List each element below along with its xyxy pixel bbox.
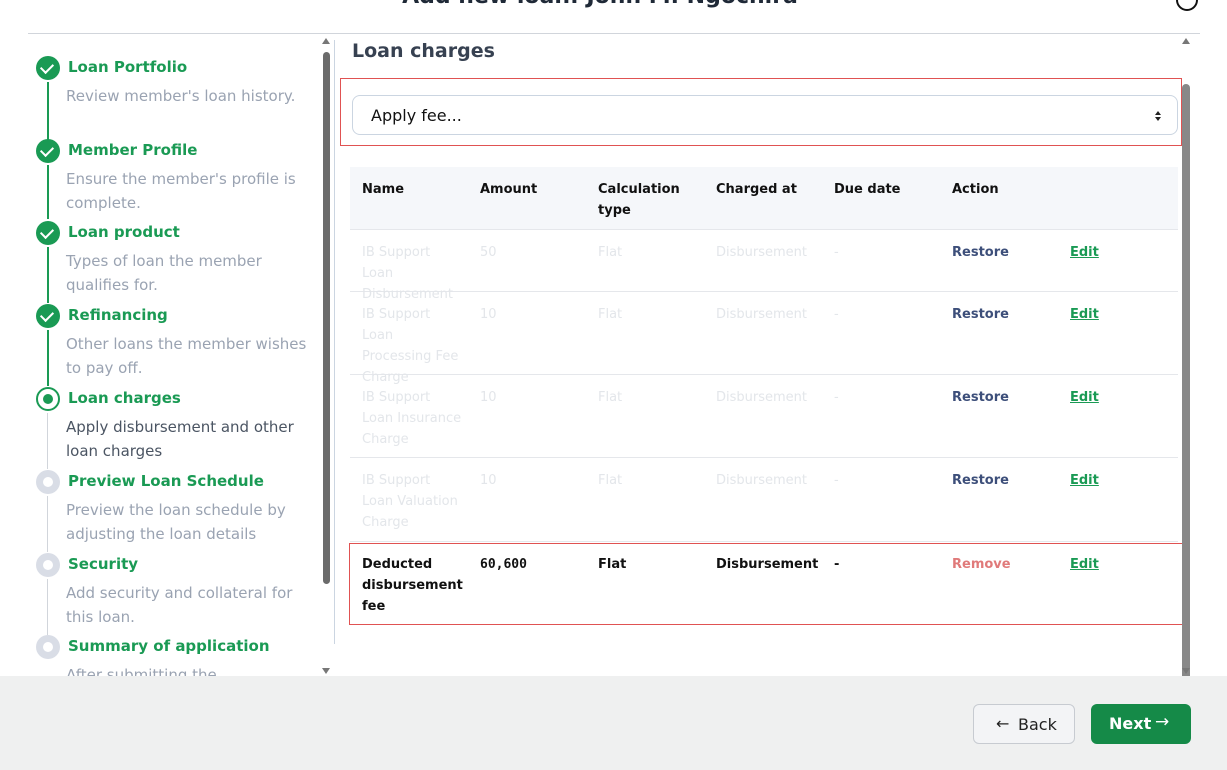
step-connector — [47, 413, 48, 469]
step-title: Loan Portfolio — [68, 58, 188, 76]
column-header-calculation-type: Calculation type — [598, 182, 680, 218]
step-description: Review member's loan history. — [66, 87, 296, 105]
back-button-label: Back — [1018, 715, 1057, 734]
modal-footer: ← Back Next → — [0, 676, 1227, 770]
check-icon — [36, 221, 60, 245]
cell-due-date: - — [834, 245, 839, 260]
step-connector — [47, 82, 49, 146]
scroll-up-icon[interactable] — [322, 38, 330, 44]
step-description: Preview the loan schedule by adjusting t… — [66, 501, 286, 543]
cell-amount: 10 — [480, 473, 497, 488]
cell-charged-at: Disbursement — [716, 245, 807, 260]
select-caret-icon — [1155, 111, 1161, 115]
column-header-due-date: Due date — [834, 182, 901, 197]
table-row: IB Support Loan Disbursement 50 Flat Dis… — [350, 230, 1178, 302]
edit-link[interactable]: Edit — [1070, 304, 1170, 325]
check-icon — [36, 56, 60, 80]
scroll-down-icon[interactable] — [1182, 668, 1190, 674]
restore-link[interactable]: Restore — [952, 304, 1052, 325]
step-title: Member Profile — [68, 141, 198, 159]
highlight-box — [349, 543, 1183, 625]
pending-step-icon — [36, 553, 60, 577]
content-scrollbar[interactable] — [1180, 38, 1192, 696]
table-row: IB Support Loan Insurance Charge 10 Flat… — [350, 375, 1178, 458]
step-title: Loan charges — [68, 389, 181, 407]
scrollbar-thumb[interactable] — [323, 52, 330, 584]
pending-step-icon — [36, 470, 60, 494]
restore-link[interactable]: Restore — [952, 387, 1052, 408]
modal-header: Add new loan: John M. Ngochira — [0, 0, 1227, 34]
table-row: IB Support Loan Processing Fee Charge 10… — [350, 292, 1178, 385]
restore-link[interactable]: Restore — [952, 470, 1052, 491]
step-title: Summary of application — [68, 637, 270, 655]
pending-step-icon — [36, 635, 60, 659]
section-title: Loan charges — [352, 40, 495, 62]
cell-name: IB Support Loan Insurance Charge — [362, 390, 462, 447]
next-button[interactable]: Next → — [1091, 704, 1191, 744]
cell-calculation-type: Flat — [598, 245, 623, 260]
step-description: Add security and collateral for this loa… — [66, 584, 293, 626]
cell-due-date: - — [834, 473, 839, 488]
step-title: Loan product — [68, 223, 180, 241]
check-icon — [36, 139, 60, 163]
step-connector — [47, 330, 49, 386]
step-description: Ensure the member's profile is complete. — [66, 170, 296, 212]
apply-fee-select[interactable]: Apply fee... — [352, 95, 1178, 135]
select-caret-icon — [1155, 117, 1161, 121]
table-row: IB Support Loan Valuation Charge 10 Flat… — [350, 458, 1178, 542]
edit-link[interactable]: Edit — [1070, 242, 1170, 263]
step-connector — [47, 496, 48, 552]
arrow-left-icon: ← — [996, 714, 1010, 733]
cell-name: IB Support Loan Valuation Charge — [362, 473, 458, 530]
step-connector — [47, 579, 48, 635]
step-description: After submitting the — [66, 666, 217, 676]
cell-due-date: - — [834, 307, 839, 322]
restore-link[interactable]: Restore — [952, 242, 1052, 263]
cell-charged-at: Disbursement — [716, 307, 807, 322]
step-title: Refinancing — [68, 306, 168, 324]
cell-calculation-type: Flat — [598, 390, 623, 405]
edit-link[interactable]: Edit — [1070, 387, 1170, 408]
step-description: Apply disbursement and other loan charge… — [66, 418, 294, 460]
scrollbar-thumb[interactable] — [1182, 84, 1190, 696]
modal-title: Add new loan: John M. Ngochira — [0, 0, 1200, 9]
edit-link[interactable]: Edit — [1070, 470, 1170, 491]
stepper-scrollbar[interactable] — [320, 38, 332, 674]
current-step-icon — [36, 387, 60, 411]
table-header: Name Amount Calculation type Charged at … — [350, 167, 1178, 230]
check-icon — [36, 304, 60, 328]
cell-charged-at: Disbursement — [716, 473, 807, 488]
cell-calculation-type: Flat — [598, 473, 623, 488]
column-header-name: Name — [362, 182, 405, 197]
select-value: Apply fee... — [371, 106, 462, 125]
step-description: Types of loan the member qualifies for. — [66, 252, 262, 294]
column-header-amount: Amount — [480, 182, 538, 197]
back-button[interactable]: ← Back — [973, 704, 1075, 744]
step-connector — [47, 165, 49, 219]
help-icon[interactable] — [1176, 0, 1198, 11]
cell-charged-at: Disbursement — [716, 390, 807, 405]
header-divider — [28, 33, 1200, 34]
cell-amount: 10 — [480, 390, 497, 405]
cell-due-date: - — [834, 390, 839, 405]
step-connector — [47, 247, 49, 303]
panel-divider — [334, 40, 335, 644]
loan-stepper: Loan Portfolio Review member's loan hist… — [28, 40, 318, 676]
scroll-up-icon[interactable] — [1182, 38, 1190, 44]
next-button-label: Next — [1109, 714, 1152, 733]
step-title: Preview Loan Schedule — [68, 472, 264, 490]
column-header-action: Action — [952, 182, 999, 197]
step-description: Other loans the member wishes to pay off… — [66, 335, 307, 377]
cell-amount: 10 — [480, 307, 497, 322]
scroll-down-icon[interactable] — [322, 668, 330, 674]
column-header-charged-at: Charged at — [716, 182, 797, 197]
step-title: Security — [68, 555, 139, 573]
cell-calculation-type: Flat — [598, 307, 623, 322]
cell-amount: 50 — [480, 245, 497, 260]
arrow-right-icon: → — [1155, 712, 1170, 732]
